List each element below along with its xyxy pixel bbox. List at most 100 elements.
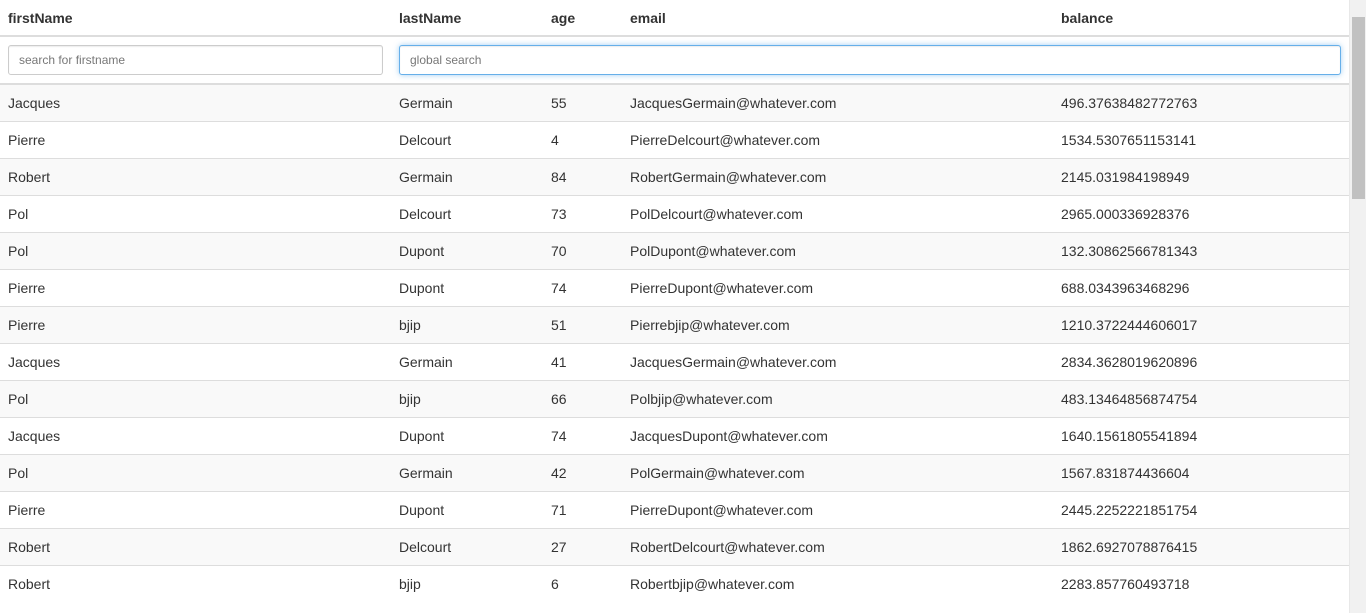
lastname-cell: Germain (391, 157, 543, 195)
balance-cell: 2834.3628019620896 (1053, 342, 1349, 380)
firstname-cell: Robert (0, 564, 391, 602)
firstname-cell: Pierre (0, 268, 391, 306)
table-row[interactable]: Pierre bjip 51 Pierrebjip@whatever.com 1210.… (0, 305, 1349, 343)
email-cell: PolGermain@whatever.com (622, 453, 1053, 491)
lastname-cell: Dupont (391, 231, 543, 269)
firstname-cell: Pierre (0, 490, 391, 528)
column-header-email[interactable]: email (622, 0, 1053, 37)
email-cell: RobertDelcourt@whatever.com (622, 527, 1053, 565)
age-cell: 55 (543, 84, 622, 121)
lastname-cell: Delcourt (391, 194, 543, 232)
email-cell: PolDelcourt@whatever.com (622, 194, 1053, 232)
age-cell: 41 (543, 342, 622, 380)
age-cell: 71 (543, 490, 622, 528)
firstname-cell: Jacques (0, 342, 391, 380)
column-header-lastname[interactable]: lastName (391, 0, 543, 37)
table-row[interactable]: Robert Delcourt 27 RobertDelcourt@whatever.… (0, 527, 1349, 565)
table-row[interactable]: Jacques Dupont 74 JacquesDupont@whatever.co… (0, 416, 1349, 454)
lastname-cell: Delcourt (391, 120, 543, 158)
column-header-age[interactable]: age (543, 0, 622, 37)
age-cell: 66 (543, 379, 622, 417)
age-cell: 74 (543, 416, 622, 454)
header-row: firstName lastName age email balance (0, 0, 1349, 37)
email-cell: RobertGermain@whatever.com (622, 157, 1053, 195)
balance-cell: 688.0343963468296 (1053, 268, 1349, 306)
balance-cell: 132.30862566781343 (1053, 231, 1349, 269)
firstname-cell: Pol (0, 379, 391, 417)
balance-cell: 1534.5307651153141 (1053, 120, 1349, 158)
lastname-cell: bjip (391, 564, 543, 602)
balance-cell: 1862.6927078876415 (1053, 527, 1349, 565)
age-cell: 73 (543, 194, 622, 232)
email-cell: JacquesGermain@whatever.com (622, 84, 1053, 121)
firstname-filter-cell (0, 36, 391, 85)
email-cell: JacquesGermain@whatever.com (622, 342, 1053, 380)
firstname-cell: Pol (0, 231, 391, 269)
balance-cell: 1640.1561805541894 (1053, 416, 1349, 454)
lastname-cell: bjip (391, 305, 543, 343)
balance-cell: 1210.3722444606017 (1053, 305, 1349, 343)
column-header-firstname[interactable]: firstName (0, 0, 391, 37)
firstname-search-input[interactable] (8, 45, 383, 75)
firstname-cell: Pierre (0, 120, 391, 158)
vertical-scrollbar[interactable] (1349, 0, 1366, 613)
table-row[interactable]: Pol bjip 66 Polbjip@whatever.com 483.1346485… (0, 379, 1349, 417)
email-cell: JacquesDupont@whatever.com (622, 416, 1053, 454)
page: firstName lastName age email balance Jac… (0, 0, 1366, 613)
age-cell: 70 (543, 231, 622, 269)
firstname-cell: Pol (0, 453, 391, 491)
table-row[interactable]: Robert bjip 6 Robertbjip@whatever.com 2283.8… (0, 564, 1349, 602)
table-container: firstName lastName age email balance Jac… (0, 0, 1349, 613)
lastname-cell: bjip (391, 379, 543, 417)
lastname-cell: Delcourt (391, 527, 543, 565)
email-cell: PierreDelcourt@whatever.com (622, 120, 1053, 158)
lastname-cell: Germain (391, 453, 543, 491)
table-row[interactable]: Pol Delcourt 73 PolDelcourt@whatever.com 296… (0, 194, 1349, 232)
age-cell: 42 (543, 453, 622, 491)
balance-cell: 2283.857760493718 (1053, 564, 1349, 602)
table-row[interactable]: Pierre Delcourt 4 PierreDelcourt@whatever.c… (0, 120, 1349, 158)
email-cell: PolDupont@whatever.com (622, 231, 1053, 269)
age-cell: 74 (543, 268, 622, 306)
age-cell: 4 (543, 120, 622, 158)
lastname-cell: Dupont (391, 268, 543, 306)
firstname-cell: Robert (0, 157, 391, 195)
table-row[interactable]: Jacques Germain 41 JacquesGermain@whatever.… (0, 342, 1349, 380)
email-cell: Pierrebjip@whatever.com (622, 305, 1053, 343)
email-cell: Robertbjip@whatever.com (622, 564, 1053, 602)
table-row[interactable]: Pierre Dupont 74 PierreDupont@whatever.com 6… (0, 268, 1349, 306)
email-cell: PierreDupont@whatever.com (622, 490, 1053, 528)
global-search-input[interactable] (399, 45, 1341, 75)
data-table: firstName lastName age email balance Jac… (0, 0, 1349, 602)
email-cell: Polbjip@whatever.com (622, 379, 1053, 417)
firstname-cell: Jacques (0, 416, 391, 454)
balance-cell: 1567.831874436604 (1053, 453, 1349, 491)
lastname-cell: Dupont (391, 416, 543, 454)
age-cell: 84 (543, 157, 622, 195)
filter-row (0, 36, 1349, 85)
firstname-cell: Robert (0, 527, 391, 565)
table-row[interactable]: Pol Dupont 70 PolDupont@whatever.com 132.308… (0, 231, 1349, 269)
email-cell: PierreDupont@whatever.com (622, 268, 1053, 306)
table-row[interactable]: Robert Germain 84 RobertGermain@whatever.co… (0, 157, 1349, 195)
table-row[interactable]: Pol Germain 42 PolGermain@whatever.com 1567.… (0, 453, 1349, 491)
balance-cell: 2445.2252221851754 (1053, 490, 1349, 528)
balance-cell: 2145.031984198949 (1053, 157, 1349, 195)
age-cell: 51 (543, 305, 622, 343)
lastname-cell: Germain (391, 84, 543, 121)
firstname-cell: Pol (0, 194, 391, 232)
scrollbar-thumb[interactable] (1352, 17, 1365, 199)
balance-cell: 2965.000336928376 (1053, 194, 1349, 232)
firstname-cell: Pierre (0, 305, 391, 343)
global-filter-cell (391, 36, 1349, 85)
column-header-balance[interactable]: balance (1053, 0, 1349, 37)
table-body: Jacques Germain 55 JacquesGermain@whatever.… (0, 84, 1349, 602)
balance-cell: 483.13464856874754 (1053, 379, 1349, 417)
table-row[interactable]: Pierre Dupont 71 PierreDupont@whatever.com 2… (0, 490, 1349, 528)
lastname-cell: Dupont (391, 490, 543, 528)
firstname-cell: Jacques (0, 84, 391, 121)
table-row[interactable]: Jacques Germain 55 JacquesGermain@whatever.… (0, 84, 1349, 121)
lastname-cell: Germain (391, 342, 543, 380)
age-cell: 6 (543, 564, 622, 602)
balance-cell: 496.37638482772763 (1053, 84, 1349, 121)
